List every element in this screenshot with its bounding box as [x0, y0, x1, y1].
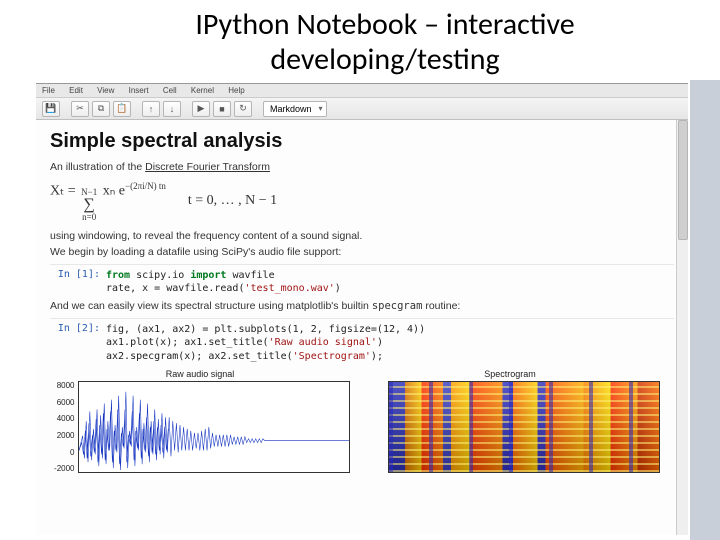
- menubar: File Edit View Insert Cell Kernel Help: [36, 84, 688, 98]
- save-icon[interactable]: 💾: [42, 101, 60, 117]
- ytick: 4000: [50, 414, 75, 423]
- menu-file[interactable]: File: [42, 86, 55, 95]
- plot-raw-audio: Raw audio signal 8000 6000 4000 2000 0 -…: [50, 369, 350, 473]
- scrollbar-thumb[interactable]: [678, 120, 688, 240]
- menu-view[interactable]: View: [97, 86, 114, 95]
- output-plots: Raw audio signal 8000 6000 4000 2000 0 -…: [50, 369, 674, 473]
- plot2-canvas: [388, 381, 661, 473]
- code-cell-1[interactable]: In [1]: from scipy.io import wavfile rat…: [50, 264, 674, 296]
- ytick: -2000: [50, 464, 75, 473]
- cell2-prompt: In [2]:: [50, 323, 106, 364]
- cell1-code[interactable]: from scipy.io import wavfile rate, x = w…: [106, 269, 341, 296]
- plot1-title: Raw audio signal: [50, 369, 350, 379]
- notebook-content: Simple spectral analysis An illustration…: [36, 120, 688, 535]
- code-cell-2[interactable]: In [2]: fig, (ax1, ax2) = plt.subplots(1…: [50, 318, 674, 364]
- menu-help[interactable]: Help: [228, 86, 244, 95]
- celltype-dropdown[interactable]: Markdown: [263, 101, 327, 117]
- copy-icon[interactable]: ⧉: [92, 101, 110, 117]
- spectrogram-image: [389, 382, 660, 472]
- notebook-window: File Edit View Insert Cell Kernel Help 💾…: [36, 83, 688, 535]
- eq-range: t = 0, … , N − 1: [188, 193, 277, 209]
- up-icon[interactable]: ↑: [142, 101, 160, 117]
- intro-text: An illustration of the: [50, 161, 145, 173]
- slide-title: IPython Notebook – interactive developin…: [0, 0, 720, 81]
- intro-line-3: We begin by loading a datafile using Sci…: [50, 246, 674, 258]
- scrollbar[interactable]: [676, 120, 688, 535]
- restart-icon[interactable]: ↻: [234, 101, 252, 117]
- toolbar: 💾 ✂ ⧉ 📋 ↑ ↓ ▶ ■ ↻ Markdown: [36, 98, 688, 120]
- dft-link[interactable]: Discrete Fourier Transform: [145, 161, 270, 173]
- eq-body: xₙ e: [103, 184, 125, 199]
- paste-icon[interactable]: 📋: [113, 101, 131, 117]
- intro4b: specgram: [372, 300, 423, 312]
- intro-line-4: And we can easily view its spectral stru…: [50, 300, 674, 312]
- down-icon[interactable]: ↓: [163, 101, 181, 117]
- intro-line-1: An illustration of the Discrete Fourier …: [50, 161, 674, 173]
- ytick: 8000: [50, 381, 75, 390]
- intro4a: And we can easily view its spectral stru…: [50, 300, 372, 312]
- menu-cell[interactable]: Cell: [163, 86, 177, 95]
- cut-icon[interactable]: ✂: [71, 101, 89, 117]
- plot-spectrogram: Spectrogram: [360, 369, 660, 473]
- menu-edit[interactable]: Edit: [69, 86, 83, 95]
- celltype-label: Markdown: [270, 104, 312, 114]
- plot1-yticks: 8000 6000 4000 2000 0 -2000: [50, 381, 78, 473]
- menu-insert[interactable]: Insert: [129, 86, 149, 95]
- plot2-yticks: [360, 381, 388, 473]
- slide-background-right: [690, 80, 720, 540]
- eq-sum: N−1 ∑ n=0: [81, 188, 97, 222]
- plot2-title: Spectrogram: [360, 369, 660, 379]
- menu-kernel[interactable]: Kernel: [191, 86, 214, 95]
- cell1-prompt: In [1]:: [50, 269, 106, 296]
- cell2-code[interactable]: fig, (ax1, ax2) = plt.subplots(1, 2, fig…: [106, 323, 425, 364]
- equation: Xₜ = N−1 ∑ n=0 xₙ e−(2πi/N) tn t = 0, … …: [50, 181, 674, 222]
- notebook-heading: Simple spectral analysis: [50, 130, 674, 153]
- sigma-icon: ∑: [83, 197, 94, 213]
- ytick: 6000: [50, 398, 75, 407]
- waveform: [79, 382, 350, 472]
- intro-line-2: using windowing, to reveal the frequency…: [50, 230, 674, 242]
- eq-sum-bot: n=0: [82, 213, 96, 222]
- stop-icon[interactable]: ■: [213, 101, 231, 117]
- plot1-canvas: [78, 381, 351, 473]
- run-icon[interactable]: ▶: [192, 101, 210, 117]
- ytick: 0: [50, 448, 75, 457]
- ytick: 2000: [50, 431, 75, 440]
- intro4c: routine:: [422, 300, 460, 312]
- eq-lhs: Xₜ =: [50, 184, 79, 199]
- eq-exp: −(2πi/N) tn: [125, 181, 166, 191]
